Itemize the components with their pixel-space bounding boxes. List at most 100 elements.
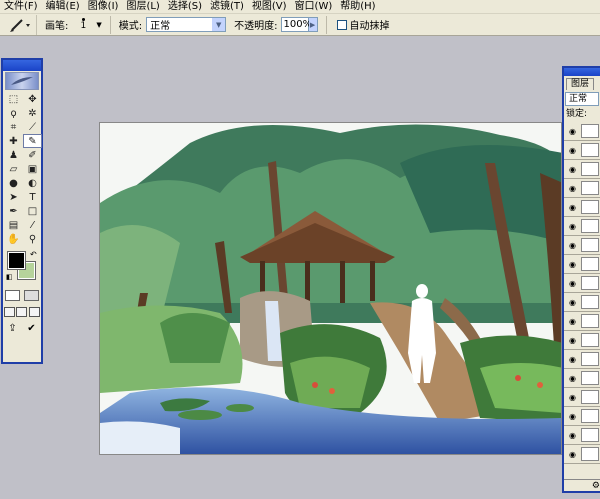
lasso-tool-icon[interactable]: ϙ (4, 106, 23, 120)
layers-titlebar[interactable] (564, 68, 600, 76)
layer-row[interactable]: ◉ (564, 426, 600, 445)
menu-layer[interactable]: 图层(L) (124, 0, 165, 14)
layers-tab-row: 图层 (564, 76, 600, 90)
layer-row[interactable]: ◉ (564, 179, 600, 198)
menu-image[interactable]: 图像(I) (86, 0, 125, 14)
jump-to-icon[interactable]: ✔ (27, 323, 35, 334)
marquee-tool-icon[interactable]: ⬚ (4, 92, 23, 106)
layer-thumbnail (581, 447, 599, 461)
eye-icon[interactable]: ◉ (566, 277, 579, 289)
toolbox-panel: ⬚ ✥ ϙ ✲ ⌗ ⟋ ✚ ✎ ♟ ✐ ▱ ▣ ● ◐ ➤ T ✒ □ ▤ ⁄ ✋ ⚲ ↶ ◧ ⇪ ✔ (1, 58, 43, 364)
eye-icon[interactable]: ◉ (566, 201, 579, 213)
history-brush-tool-icon[interactable]: ✐ (23, 148, 42, 162)
pen-tool-icon[interactable]: ✒ (4, 204, 23, 218)
eye-icon[interactable]: ◉ (566, 220, 579, 232)
layer-row[interactable]: ◉ (564, 350, 600, 369)
imageready-jump-icon[interactable]: ⇪ (8, 323, 16, 334)
eye-icon[interactable]: ◉ (566, 258, 579, 270)
eraser-tool-icon[interactable]: ▱ (4, 162, 23, 176)
hand-tool-icon[interactable]: ✋ (4, 232, 23, 246)
clone-stamp-tool-icon[interactable]: ♟ (4, 148, 23, 162)
layer-row[interactable]: ◉ (564, 388, 600, 407)
eye-icon[interactable]: ◉ (566, 182, 579, 194)
toolbox-titlebar[interactable] (3, 60, 41, 71)
brush-picker[interactable]: 1 (72, 16, 94, 34)
mode-select[interactable]: 正常 ▼ (146, 17, 227, 32)
foreground-color-swatch[interactable] (7, 251, 26, 270)
document-canvas[interactable] (99, 122, 562, 455)
shape-tool-icon[interactable]: □ (23, 204, 42, 218)
layer-row[interactable]: ◉ (564, 255, 600, 274)
brush-dropdown-icon[interactable]: ▼ (96, 21, 101, 29)
layer-row[interactable]: ◉ (564, 331, 600, 350)
layer-thumbnail (581, 181, 599, 195)
zoom-tool-icon[interactable]: ⚲ (23, 232, 42, 246)
layer-row[interactable]: ◉ (564, 141, 600, 160)
default-colors-icon[interactable]: ◧ (6, 273, 13, 281)
path-selection-tool-icon[interactable]: ➤ (4, 190, 23, 204)
menu-help[interactable]: 帮助(H) (338, 0, 381, 14)
magic-wand-tool-icon[interactable]: ✲ (23, 106, 42, 120)
layer-row[interactable]: ◉ (564, 407, 600, 426)
menu-edit[interactable]: 编辑(E) (44, 0, 86, 14)
layer-row[interactable]: ◉ (564, 445, 600, 464)
eye-icon[interactable]: ◉ (566, 448, 579, 460)
eye-icon[interactable]: ◉ (566, 144, 579, 156)
layer-row[interactable]: ◉ (564, 160, 600, 179)
feather-logo-icon[interactable] (5, 72, 39, 90)
pencil-tool-icon[interactable]: ✎ (23, 134, 42, 148)
opacity-slider-arrow-icon[interactable]: ▶ (308, 17, 318, 32)
eye-icon[interactable]: ◉ (566, 125, 579, 137)
dodge-tool-icon[interactable]: ◐ (23, 176, 42, 190)
slice-tool-icon[interactable]: ⟋ (23, 120, 42, 134)
eye-icon[interactable]: ◉ (566, 372, 579, 384)
layer-row[interactable]: ◉ (564, 274, 600, 293)
standard-screen-button[interactable] (3, 307, 15, 317)
eye-icon[interactable]: ◉ (566, 410, 579, 422)
layer-row[interactable]: ◉ (564, 312, 600, 331)
layer-row[interactable]: ◉ (564, 293, 600, 312)
healing-brush-tool-icon[interactable]: ✚ (4, 134, 23, 148)
eye-icon[interactable]: ◉ (566, 315, 579, 327)
layer-thumbnail (581, 162, 599, 176)
eye-icon[interactable]: ◉ (566, 334, 579, 346)
eye-icon[interactable]: ◉ (566, 353, 579, 365)
eye-icon[interactable]: ◉ (566, 391, 579, 403)
layer-thumbnail (581, 333, 599, 347)
full-screen-menu-button[interactable] (16, 307, 28, 317)
menu-select[interactable]: 选择(S) (166, 0, 208, 14)
full-screen-button[interactable] (29, 307, 41, 317)
notes-tool-icon[interactable]: ▤ (4, 218, 23, 232)
menu-filter[interactable]: 滤镜(T) (208, 0, 250, 14)
type-tool-icon[interactable]: T (23, 190, 42, 204)
eyedropper-tool-icon[interactable]: ⁄ (23, 218, 42, 232)
layer-blend-mode-select[interactable]: 正常 (565, 92, 599, 106)
garden-illustration (100, 123, 561, 454)
blur-tool-icon[interactable]: ● (4, 176, 23, 190)
eye-icon[interactable]: ◉ (566, 429, 579, 441)
eye-icon[interactable]: ◉ (566, 296, 579, 308)
crop-tool-icon[interactable]: ⌗ (4, 120, 23, 134)
layer-row[interactable]: ◉ (564, 217, 600, 236)
eye-icon[interactable]: ◉ (566, 239, 579, 251)
menu-view[interactable]: 视图(V) (250, 0, 293, 14)
layer-row[interactable]: ◉ (564, 198, 600, 217)
eye-icon[interactable]: ◉ (566, 163, 579, 175)
move-tool-icon[interactable]: ✥ (23, 92, 42, 106)
layer-row[interactable]: ◉ (564, 369, 600, 388)
standard-mode-button[interactable] (5, 290, 20, 301)
layer-options-icon[interactable]: ⚙ (592, 481, 600, 491)
gradient-tool-icon[interactable]: ▣ (23, 162, 42, 176)
quick-mask-button[interactable] (24, 290, 39, 301)
swap-colors-icon[interactable]: ↶ (30, 250, 37, 259)
auto-erase-checkbox[interactable] (336, 19, 347, 30)
edit-mode-row (3, 290, 41, 301)
layer-row[interactable]: ◉ (564, 236, 600, 255)
layer-list: ◉ ◉ ◉ ◉ ◉ ◉ ◉ ◉ ◉ ◉ ◉ ◉ ◉ ◉ ◉ ◉ ◉ ◉ (564, 122, 600, 464)
tool-preset-picker[interactable] (3, 14, 37, 35)
tab-layers[interactable]: 图层 (566, 78, 595, 90)
layer-row[interactable]: ◉ (564, 122, 600, 141)
menu-file[interactable]: 文件(F) (2, 0, 44, 14)
opacity-input[interactable]: 100% (280, 17, 312, 32)
menu-window[interactable]: 窗口(W) (293, 0, 339, 14)
